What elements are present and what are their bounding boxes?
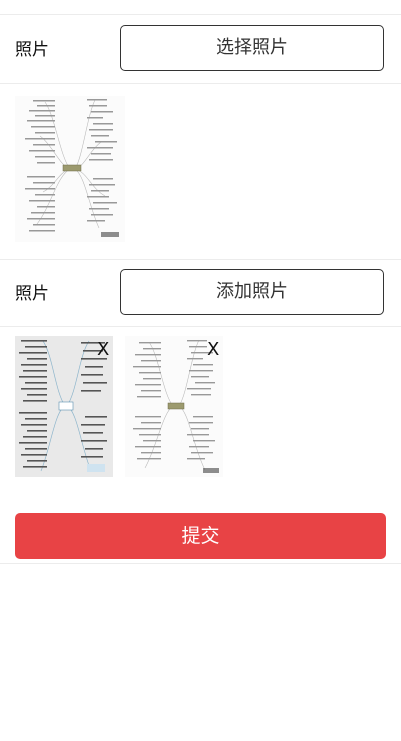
divider: [0, 326, 401, 327]
uploaded-photo-thumbnail[interactable]: [15, 96, 125, 242]
photo-label-2: 照片: [15, 284, 49, 304]
bottom-divider: [0, 563, 401, 564]
choose-photo-button[interactable]: 选择照片: [120, 25, 384, 71]
mindmap-thumbnail: [15, 96, 125, 242]
divider: [0, 83, 401, 84]
top-divider: [0, 14, 401, 15]
photo-label-1: 照片: [15, 40, 49, 60]
remove-photo-1-icon[interactable]: X: [97, 341, 109, 359]
remove-photo-2-icon[interactable]: X: [207, 341, 219, 359]
submit-button[interactable]: 提交: [15, 513, 386, 559]
add-photo-button[interactable]: 添加照片: [120, 269, 384, 315]
divider: [0, 259, 401, 260]
